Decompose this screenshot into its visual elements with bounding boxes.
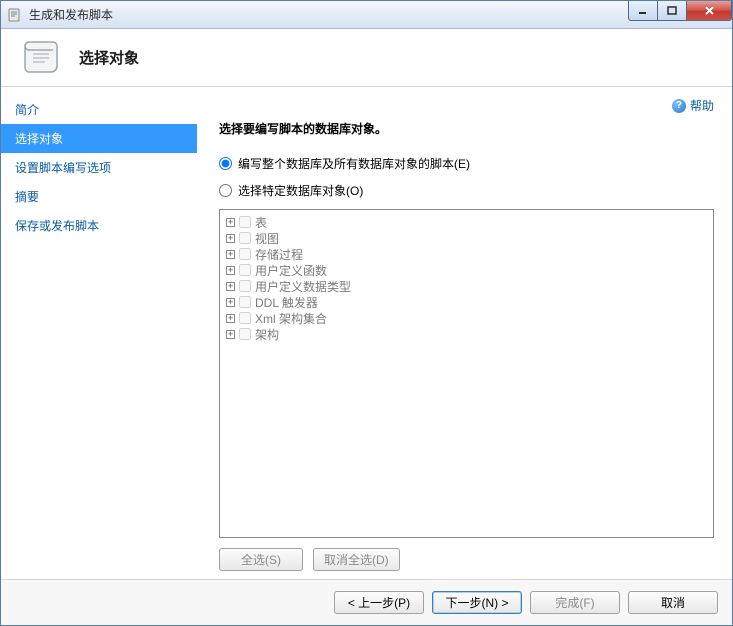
page-title: 选择对象 bbox=[79, 47, 139, 68]
help-icon: ? bbox=[672, 99, 686, 113]
tree-item-udf[interactable]: + 用户定义函数 bbox=[222, 262, 711, 278]
titlebar: 生成和发布脚本 bbox=[1, 1, 732, 29]
deselect-all-button[interactable]: 取消全选(D) bbox=[313, 548, 400, 571]
tree-item-ddltrig[interactable]: + DDL 触发器 bbox=[222, 294, 711, 310]
radio-script-specific-label: 选择特定数据库对象(O) bbox=[238, 182, 363, 199]
expand-icon[interactable]: + bbox=[226, 314, 235, 323]
expand-icon[interactable]: + bbox=[226, 234, 235, 243]
expand-icon[interactable]: + bbox=[226, 218, 235, 227]
tree-checkbox[interactable] bbox=[239, 264, 251, 276]
select-all-button[interactable]: 全选(S) bbox=[219, 548, 303, 571]
tree-checkbox[interactable] bbox=[239, 312, 251, 324]
next-button[interactable]: 下一步(N) > bbox=[432, 591, 522, 614]
tree-label: 用户定义函数 bbox=[255, 262, 327, 279]
help-label: 帮助 bbox=[690, 97, 714, 114]
close-button[interactable] bbox=[686, 1, 732, 21]
tree-label: DDL 触发器 bbox=[255, 294, 318, 311]
object-tree: + 表 + 视图 + 存储过程 + 用户定义函数 bbox=[219, 209, 714, 538]
wizard-window: 生成和发布脚本 选择对象 简介 选择对象 设置脚本编写选项 摘要 保存或发布脚本 bbox=[0, 0, 733, 626]
instruction-text: 选择要编写脚本的数据库对象。 bbox=[219, 120, 714, 137]
app-icon bbox=[7, 7, 23, 23]
sidebar-item-summary[interactable]: 摘要 bbox=[1, 182, 197, 211]
tree-label: Xml 架构集合 bbox=[255, 310, 327, 327]
help-row: ? 帮助 bbox=[219, 97, 714, 114]
main-panel: ? 帮助 选择要编写脚本的数据库对象。 编写整个数据库及所有数据库对象的脚本(E… bbox=[197, 87, 732, 579]
tree-checkbox[interactable] bbox=[239, 280, 251, 292]
prev-button[interactable]: < 上一步(P) bbox=[334, 591, 424, 614]
finish-button[interactable]: 完成(F) bbox=[530, 591, 620, 614]
expand-icon[interactable]: + bbox=[226, 282, 235, 291]
tree-item-tables[interactable]: + 表 bbox=[222, 214, 711, 230]
tree-checkbox[interactable] bbox=[239, 216, 251, 228]
tree-label: 用户定义数据类型 bbox=[255, 278, 351, 295]
tree-checkbox[interactable] bbox=[239, 296, 251, 308]
radio-script-all-label: 编写整个数据库及所有数据库对象的脚本(E) bbox=[238, 155, 470, 172]
radio-script-all[interactable]: 编写整个数据库及所有数据库对象的脚本(E) bbox=[219, 155, 714, 172]
tree-item-schema[interactable]: + 架构 bbox=[222, 326, 711, 342]
tree-checkbox[interactable] bbox=[239, 232, 251, 244]
selection-buttons: 全选(S) 取消全选(D) bbox=[219, 548, 714, 571]
script-icon bbox=[21, 36, 65, 80]
expand-icon[interactable]: + bbox=[226, 330, 235, 339]
tree-item-udt[interactable]: + 用户定义数据类型 bbox=[222, 278, 711, 294]
window-controls bbox=[629, 1, 732, 21]
tree-label: 视图 bbox=[255, 230, 279, 247]
help-link[interactable]: ? 帮助 bbox=[672, 97, 714, 114]
tree-item-xmlschema[interactable]: + Xml 架构集合 bbox=[222, 310, 711, 326]
body: 简介 选择对象 设置脚本编写选项 摘要 保存或发布脚本 ? 帮助 选择要编写脚本… bbox=[1, 87, 732, 579]
tree-item-views[interactable]: + 视图 bbox=[222, 230, 711, 246]
tree-checkbox[interactable] bbox=[239, 328, 251, 340]
radio-script-all-input[interactable] bbox=[219, 157, 232, 170]
sidebar-item-intro[interactable]: 简介 bbox=[1, 95, 197, 124]
cancel-button[interactable]: 取消 bbox=[628, 591, 718, 614]
footer: < 上一步(P) 下一步(N) > 完成(F) 取消 bbox=[1, 579, 732, 625]
radio-script-specific-input[interactable] bbox=[219, 184, 232, 197]
tree-label: 存储过程 bbox=[255, 246, 303, 263]
tree-label: 架构 bbox=[255, 326, 279, 343]
tree-item-sprocs[interactable]: + 存储过程 bbox=[222, 246, 711, 262]
header: 选择对象 bbox=[1, 29, 732, 87]
minimize-button[interactable] bbox=[628, 1, 658, 21]
maximize-button[interactable] bbox=[657, 1, 687, 21]
sidebar: 简介 选择对象 设置脚本编写选项 摘要 保存或发布脚本 bbox=[1, 87, 197, 579]
expand-icon[interactable]: + bbox=[226, 298, 235, 307]
tree-label: 表 bbox=[255, 214, 267, 231]
window-title: 生成和发布脚本 bbox=[29, 6, 113, 23]
tree-checkbox[interactable] bbox=[239, 248, 251, 260]
sidebar-item-set-options[interactable]: 设置脚本编写选项 bbox=[1, 153, 197, 182]
sidebar-item-choose-objects[interactable]: 选择对象 bbox=[1, 124, 197, 153]
expand-icon[interactable]: + bbox=[226, 250, 235, 259]
expand-icon[interactable]: + bbox=[226, 266, 235, 275]
sidebar-item-save-publish[interactable]: 保存或发布脚本 bbox=[1, 211, 197, 240]
radio-script-specific[interactable]: 选择特定数据库对象(O) bbox=[219, 182, 714, 199]
